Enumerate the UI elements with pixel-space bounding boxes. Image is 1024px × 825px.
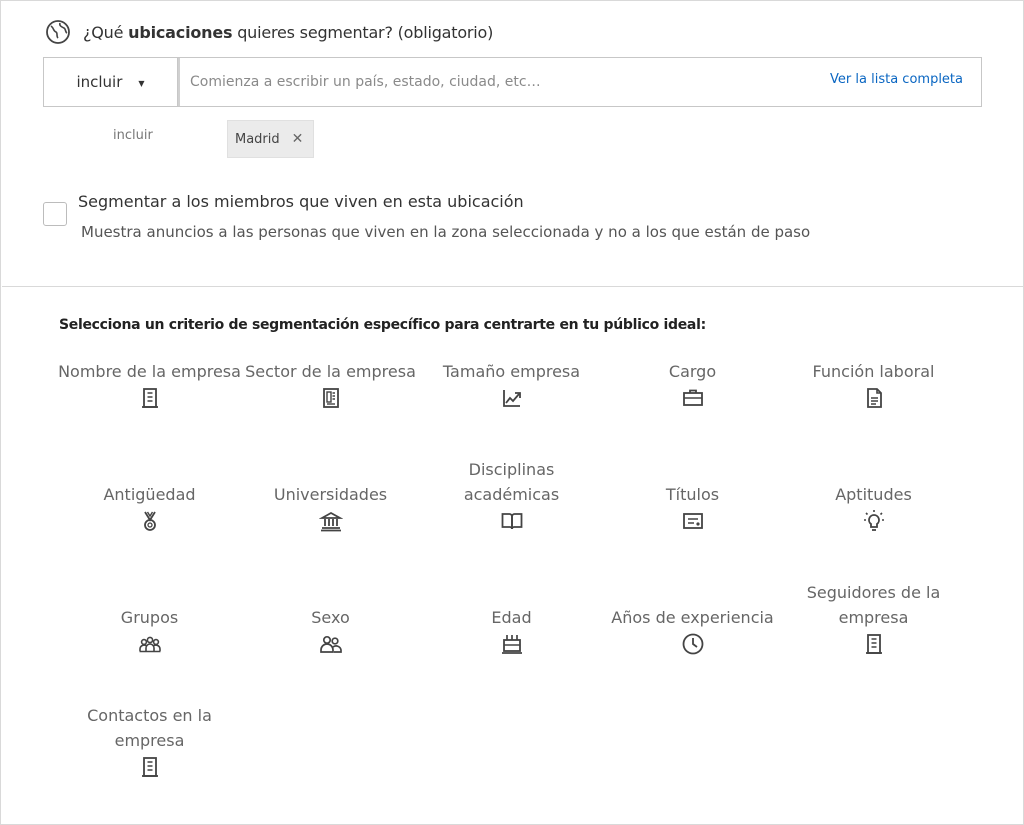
building-icon xyxy=(138,386,162,410)
criteria-option-7[interactable]: Disciplinas académicas xyxy=(421,457,602,533)
people-icon xyxy=(319,632,343,656)
briefcase-icon xyxy=(681,386,705,410)
criteria-option-0[interactable]: Nombre de la empresa xyxy=(58,359,241,410)
criteria-option-9[interactable]: Aptitudes xyxy=(783,482,964,533)
view-full-list-link[interactable]: Ver la lista completa xyxy=(830,72,963,87)
criteria-option-label: Disciplinas académicas xyxy=(463,460,560,504)
criteria-option-label: Títulos xyxy=(665,485,720,504)
clock-icon xyxy=(681,632,705,656)
chip-label: Madrid xyxy=(235,131,280,147)
caret-down-icon: ▼ xyxy=(138,78,145,88)
document-building-icon xyxy=(319,386,343,410)
criteria-option-label: Tamaño empresa xyxy=(442,362,581,381)
location-chip-madrid: Madrid ✕ xyxy=(227,120,315,158)
include-select-value: incluir xyxy=(76,73,123,91)
criteria-title: Selecciona un criterio de segmentación e… xyxy=(59,317,706,333)
criteria-option-label: Universidades xyxy=(273,485,388,504)
targeting-panel: ¿Qué ubicaciones quieres segmentar? (obl… xyxy=(0,0,1024,825)
criteria-option-3[interactable]: Cargo xyxy=(602,359,783,410)
criteria-option-label: Sexo xyxy=(311,608,350,627)
criteria-option-1[interactable]: Sector de la empresa xyxy=(240,359,421,410)
residents-only-checkbox[interactable] xyxy=(43,202,67,226)
criteria-option-label: Seguidores de la empresa xyxy=(806,583,941,627)
criteria-option-label: Aptitudes xyxy=(835,485,912,504)
criteria-option-15[interactable]: Contactos en la empresa xyxy=(59,703,240,779)
document-icon xyxy=(862,386,886,410)
criteria-option-label: Edad xyxy=(491,608,532,627)
criteria-option-label: Años de experiencia xyxy=(611,608,774,627)
criteria-option-label: Nombre de la empresa xyxy=(58,362,241,381)
criteria-option-4[interactable]: Función laboral xyxy=(783,359,964,410)
institution-icon xyxy=(318,509,343,533)
location-header: ¿Qué ubicaciones quieres segmentar? (obl… xyxy=(45,18,493,46)
building-icon xyxy=(862,632,886,656)
remove-chip-icon[interactable]: ✕ xyxy=(292,131,304,147)
location-search-row: incluir ▼ Ver la lista completa xyxy=(43,57,982,107)
criteria-option-11[interactable]: Sexo xyxy=(240,605,421,656)
criteria-option-label: Antigüedad xyxy=(103,485,196,504)
residents-only-description: Muestra anuncios a las personas que vive… xyxy=(81,223,811,241)
criteria-option-14[interactable]: Seguidores de la empresa xyxy=(783,580,964,656)
criteria-option-6[interactable]: Universidades xyxy=(240,482,421,533)
section-divider xyxy=(2,286,1024,287)
criteria-option-10[interactable]: Grupos xyxy=(59,605,240,656)
criteria-option-label: Contactos en la empresa xyxy=(87,706,212,750)
lightbulb-icon xyxy=(862,509,886,533)
medal-icon xyxy=(138,509,162,533)
book-icon xyxy=(500,509,524,533)
criteria-option-label: Sector de la empresa xyxy=(245,362,416,381)
building-icon xyxy=(138,755,162,779)
group-icon xyxy=(138,632,162,656)
certificate-icon xyxy=(681,509,705,533)
cake-icon xyxy=(500,632,524,656)
criteria-option-13[interactable]: Años de experiencia xyxy=(602,605,783,656)
criteria-option-label: Cargo xyxy=(668,362,717,381)
criteria-option-label: Función laboral xyxy=(812,362,935,381)
criteria-option-8[interactable]: Títulos xyxy=(602,482,783,533)
included-locations-label: incluir xyxy=(113,128,153,143)
include-exclude-select[interactable]: incluir ▼ xyxy=(44,58,178,106)
criteria-option-label: Grupos xyxy=(120,608,179,627)
chart-trend-icon xyxy=(500,386,524,410)
criteria-option-5[interactable]: Antigüedad xyxy=(59,482,240,533)
criteria-option-2[interactable]: Tamaño empresa xyxy=(421,359,602,410)
criteria-option-12[interactable]: Edad xyxy=(421,605,602,656)
residents-only-label: Segmentar a los miembros que viven en es… xyxy=(78,192,524,211)
location-title: ¿Qué ubicaciones quieres segmentar? (obl… xyxy=(83,22,494,42)
globe-icon xyxy=(45,19,71,45)
